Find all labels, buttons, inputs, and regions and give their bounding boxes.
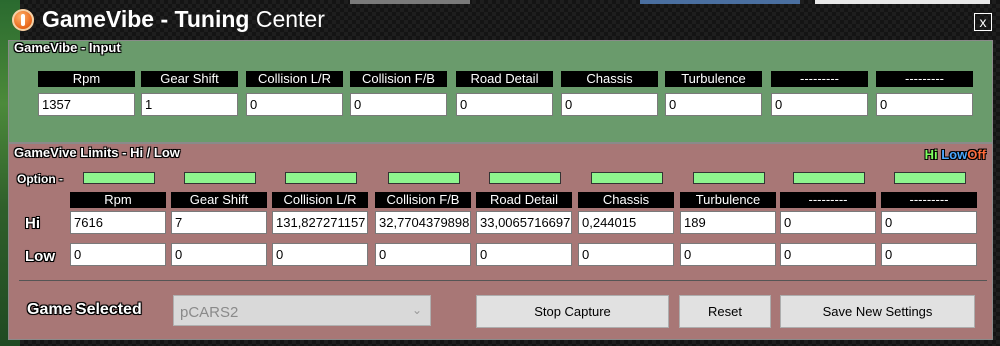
hi-value-field[interactable]: 189 — [680, 211, 776, 234]
low-value-field[interactable]: 0 — [70, 243, 166, 266]
option-indicator[interactable] — [83, 172, 155, 184]
input-column-header: Turbulence — [665, 71, 762, 87]
window-title: GameVibe - Tuning Center — [42, 6, 325, 32]
game-select-dropdown[interactable]: pCARS2 ⌄ — [173, 295, 431, 326]
option-label: Option - — [17, 172, 63, 186]
input-section-title: GameVibe - Input — [14, 40, 121, 55]
input-column-header: Collision L/R — [246, 71, 343, 87]
hi-value-field[interactable]: 0 — [881, 211, 977, 234]
input-panel: GameVibe - Input Rpm Gear Shift Collision … — [8, 40, 993, 143]
option-indicator[interactable] — [793, 172, 865, 184]
hi-low-off-legend: Hi LowOff — [925, 147, 986, 162]
limits-column-header: Gear Shift — [171, 192, 267, 208]
hi-value-field[interactable]: 7616 — [70, 211, 166, 234]
option-indicator[interactable] — [388, 172, 460, 184]
low-value-field[interactable]: 0 — [881, 243, 977, 266]
option-indicator[interactable] — [285, 172, 357, 184]
limits-column-header: --------- — [881, 192, 977, 208]
input-value-field[interactable]: 0 — [665, 93, 762, 116]
option-indicator[interactable] — [184, 172, 256, 184]
limits-column-header: Rpm — [70, 192, 166, 208]
low-value-field[interactable]: 0 — [375, 243, 471, 266]
limits-column-header: --------- — [780, 192, 876, 208]
input-value-field[interactable]: 0 — [771, 93, 868, 116]
input-value-field[interactable]: 1357 — [38, 93, 135, 116]
hi-value-field[interactable]: 0,244015 — [578, 211, 674, 234]
input-column-header: --------- — [771, 71, 868, 87]
input-value-field[interactable]: 1 — [141, 93, 238, 116]
close-button[interactable]: x — [974, 13, 992, 31]
game-select-value: pCARS2 — [180, 304, 239, 321]
footer-divider — [19, 280, 987, 281]
input-column-header: Rpm — [38, 71, 135, 87]
option-indicator[interactable] — [894, 172, 966, 184]
limits-column-header: Road Detail — [476, 192, 572, 208]
hi-value-field[interactable]: 33,0065716697 — [476, 211, 572, 234]
input-column-header: Gear Shift — [141, 71, 238, 87]
limits-column-header: Chassis — [578, 192, 674, 208]
chevron-down-icon: ⌄ — [411, 303, 422, 317]
hi-value-field[interactable]: 131,827271157 — [272, 211, 368, 234]
legend-hi: Hi — [924, 147, 938, 162]
limits-column-header: Turbulence — [680, 192, 776, 208]
hi-value-field[interactable]: 0 — [780, 211, 876, 234]
input-value-field[interactable]: 0 — [456, 93, 553, 116]
low-value-field[interactable]: 0 — [476, 243, 572, 266]
limits-section-title: GameVive Limits - Hi / Low — [14, 145, 180, 160]
low-value-field[interactable]: 0 — [171, 243, 267, 266]
low-value-field[interactable]: 0 — [680, 243, 776, 266]
input-column-header: --------- — [876, 71, 973, 87]
low-row-label: Low — [25, 248, 55, 265]
stop-capture-button[interactable]: Stop Capture — [476, 295, 669, 328]
option-indicator[interactable] — [489, 172, 561, 184]
low-value-field[interactable]: 0 — [780, 243, 876, 266]
option-indicator[interactable] — [591, 172, 663, 184]
hi-value-field[interactable]: 7 — [171, 211, 267, 234]
input-column-header: Road Detail — [456, 71, 553, 87]
input-column-header: Chassis — [561, 71, 658, 87]
save-new-settings-button[interactable]: Save New Settings — [780, 295, 975, 328]
low-value-field[interactable]: 0 — [578, 243, 674, 266]
hi-value-field[interactable]: 32,7704379898 — [375, 211, 471, 234]
hi-row-label: Hi — [25, 215, 40, 232]
option-indicator[interactable] — [693, 172, 765, 184]
reset-button[interactable]: Reset — [679, 295, 771, 328]
input-value-field[interactable]: 0 — [350, 93, 447, 116]
input-value-field[interactable]: 0 — [246, 93, 343, 116]
input-value-field[interactable]: 0 — [561, 93, 658, 116]
legend-off: Off — [967, 147, 986, 162]
limits-column-header: Collision F/B — [375, 192, 471, 208]
limits-column-header: Collision L/R — [272, 192, 368, 208]
input-value-field[interactable]: 0 — [876, 93, 973, 116]
title-bar: GameVibe - Tuning Center x — [0, 0, 1000, 40]
game-selected-label: Game Selected — [27, 301, 142, 318]
input-column-header: Collision F/B — [350, 71, 447, 87]
limits-panel: GameVive Limits - Hi / Low Hi LowOff Opt… — [8, 143, 993, 340]
low-value-field[interactable]: 0 — [272, 243, 368, 266]
legend-low: Low — [941, 147, 968, 162]
gamevibe-logo-icon — [12, 9, 34, 31]
